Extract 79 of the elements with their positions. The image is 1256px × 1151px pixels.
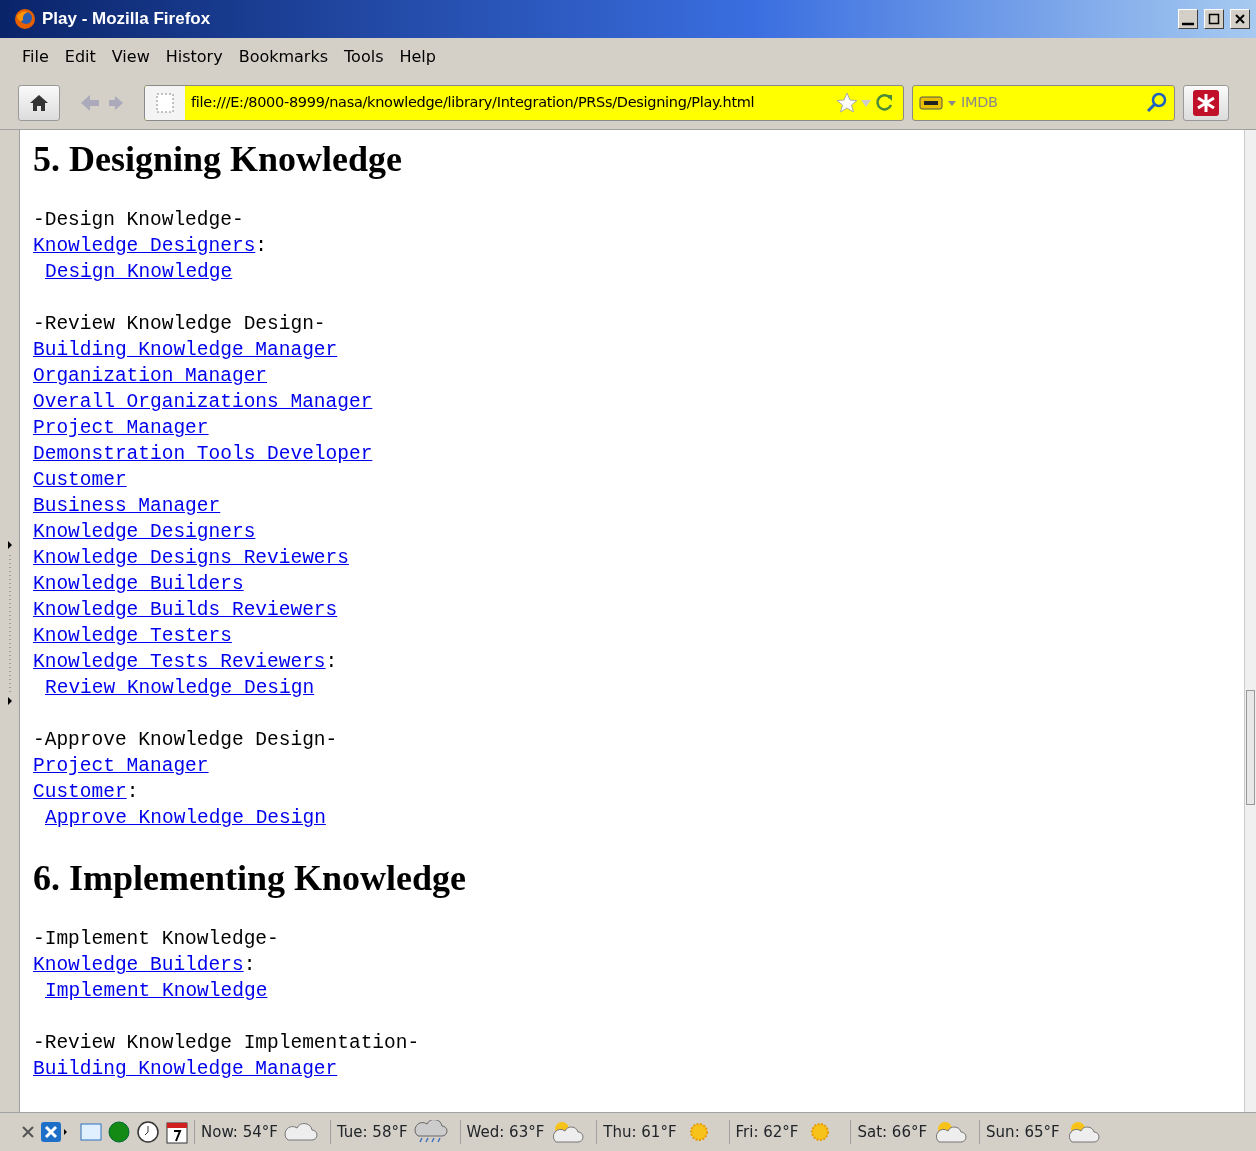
minimize-icon xyxy=(1181,12,1195,26)
action-link[interactable]: Design Knowledge xyxy=(45,261,233,284)
search-bar[interactable]: IMDB xyxy=(912,84,1175,121)
window-title: Play - Mozilla Firefox xyxy=(42,8,212,31)
action-link[interactable]: Implement Knowledge xyxy=(45,980,268,1003)
close-button[interactable] xyxy=(1230,9,1250,29)
minimize-button[interactable] xyxy=(1178,9,1198,29)
action-link[interactable]: Review Knowledge Design xyxy=(45,677,315,700)
maximize-icon xyxy=(1207,12,1221,26)
role-link[interactable]: Business Manager xyxy=(33,495,221,518)
block-title: -Review Knowledge Implementation- xyxy=(33,1031,421,1057)
weather-text: Fri: 62°F xyxy=(735,1121,799,1143)
home-button[interactable] xyxy=(18,84,60,121)
weather-text: Wed: 63°F xyxy=(466,1121,545,1143)
role-link[interactable]: Customer xyxy=(33,469,127,492)
role-link[interactable]: Project Manager xyxy=(33,417,209,440)
menu-item[interactable]: History xyxy=(159,43,229,71)
role-link[interactable]: Knowledge Testers xyxy=(33,625,232,648)
colon-text: : xyxy=(325,651,338,674)
role-link[interactable]: Building Knowledge Manager xyxy=(33,339,338,362)
role-link[interactable]: Knowledge Builds Reviewers xyxy=(33,599,338,622)
address-bar[interactable]: file:///E:/8000-8999/nasa/knowledge/library/Integration/PRSs/Designing/Play.html xyxy=(144,84,904,121)
close-icon xyxy=(1233,12,1247,26)
menu-item[interactable]: Tools xyxy=(338,43,390,71)
home-icon xyxy=(29,92,49,113)
role-link[interactable]: Customer xyxy=(33,781,127,804)
weather-text: Thu: 61°F xyxy=(603,1121,677,1143)
colon-text: : xyxy=(126,781,139,804)
scrollbar-thumb[interactable] xyxy=(1246,690,1255,805)
role-link[interactable]: Organization Manager xyxy=(33,365,268,388)
role-link[interactable]: Overall Organizations Manager xyxy=(33,391,373,414)
role-link[interactable]: Knowledge Builders xyxy=(33,954,244,977)
role-link[interactable]: Knowledge Designs Reviewers xyxy=(33,547,349,570)
colon-text: : xyxy=(255,235,268,258)
menu-item[interactable]: File xyxy=(16,43,55,71)
weather-text: Sun: 65°F xyxy=(986,1121,1060,1143)
colon-text: : xyxy=(243,954,256,977)
x-logo-icon xyxy=(40,1121,68,1143)
sp-icon xyxy=(80,1123,102,1141)
forward-arrow-icon xyxy=(107,94,125,112)
back-arrow-icon xyxy=(79,93,101,113)
address-field[interactable]: file:///E:/8000-8999/nasa/knowledge/library/Integration/PRSs/Designing/Play.html xyxy=(185,91,835,114)
reload-icon xyxy=(873,91,895,114)
role-link[interactable]: Knowledge Tests Reviewers xyxy=(33,651,326,674)
vertical-scrollbar[interactable] xyxy=(1244,130,1256,1112)
block-title: -Implement Knowledge- xyxy=(33,927,280,953)
close-icon xyxy=(22,1126,34,1138)
star-icon xyxy=(835,90,859,115)
calendar-icon xyxy=(166,1120,188,1144)
action-link[interactable]: Approve Knowledge Design xyxy=(45,807,326,830)
weather-text: Now: 54°F xyxy=(201,1121,278,1143)
menu-item[interactable]: Edit xyxy=(58,43,102,71)
menu-item[interactable]: Bookmarks xyxy=(232,43,335,71)
search-engine-icon xyxy=(919,94,943,111)
clock-icon xyxy=(136,1120,160,1144)
section-heading: 5. Designing Knowledge xyxy=(33,138,404,181)
search-icon xyxy=(1146,91,1168,114)
role-link[interactable]: Project Manager xyxy=(33,755,209,778)
asterisk-icon xyxy=(1193,89,1219,116)
firefox-logo-icon xyxy=(14,8,36,30)
role-link[interactable]: Building Knowledge Manager xyxy=(33,1058,338,1081)
rain-cloud-icon xyxy=(411,1120,448,1144)
menu-item[interactable]: Help xyxy=(393,43,442,71)
block-title: -Review Knowledge Design- xyxy=(33,312,327,338)
role-link[interactable]: Knowledge Builders xyxy=(33,573,244,596)
maximize-button[interactable] xyxy=(1204,9,1224,29)
block-title: -Design Knowledge- xyxy=(33,208,245,234)
role-link[interactable]: Knowledge Designers xyxy=(33,521,256,544)
weather-text: Sat: 66°F xyxy=(857,1121,928,1143)
role-link[interactable]: Demonstration Tools Developer xyxy=(33,443,373,466)
menu-item[interactable]: View xyxy=(105,43,156,71)
block-title: -Approve Knowledge Design- xyxy=(33,728,339,754)
search-field[interactable]: IMDB xyxy=(961,91,1142,114)
cloud-icon xyxy=(281,1120,318,1144)
section-heading: 6. Implementing Knowledge xyxy=(33,857,467,901)
weather-text: Tue: 58°F xyxy=(336,1121,408,1143)
role-link[interactable]: Knowledge Designers xyxy=(33,235,256,258)
page-icon xyxy=(145,85,185,120)
addon-button[interactable] xyxy=(1183,84,1229,121)
